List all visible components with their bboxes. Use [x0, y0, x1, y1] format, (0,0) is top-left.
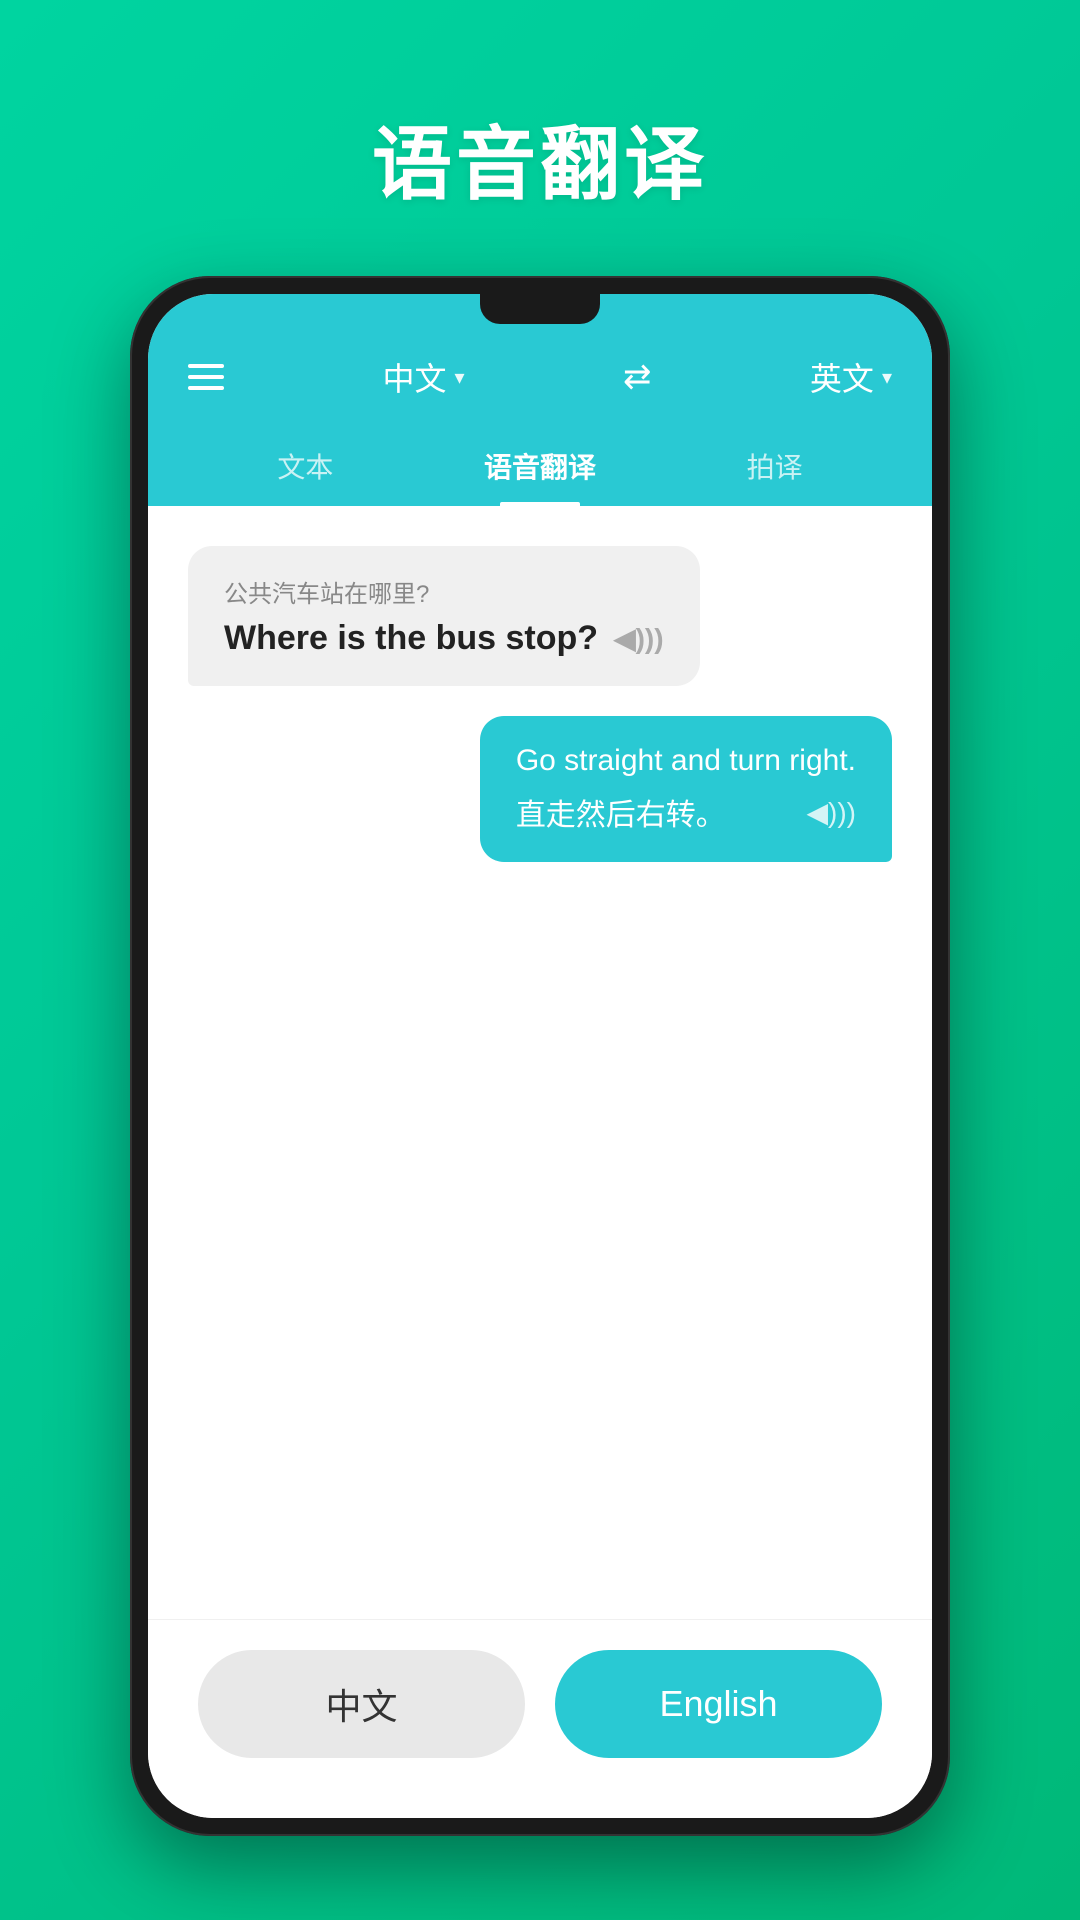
- bubble-left-sound-icon[interactable]: ◀))): [614, 622, 664, 655]
- swap-languages-button[interactable]: ⇄: [623, 357, 652, 397]
- page-title: 语音翻译: [372, 100, 708, 216]
- message-bubble-left: 公共汽车站在哪里? Where is the bus stop? ◀))): [188, 546, 700, 686]
- message-bubble-right: Go straight and turn right. 直走然后右转。 ◀))): [480, 716, 892, 862]
- target-lang-dropdown-icon: ▾: [882, 365, 892, 390]
- bubble-left-maintext: Where is the bus stop? ◀))): [224, 619, 664, 658]
- phone-frame: 中文 ▾ ⇄ 英文 ▾ 文本 语音翻译 拍译: [130, 276, 950, 1836]
- phone-screen: 中文 ▾ ⇄ 英文 ▾ 文本 语音翻译 拍译: [148, 294, 932, 1818]
- bubble-right-subtext: 直走然后右转。 ◀))): [516, 790, 856, 834]
- bubble-left-subtext: 公共汽车站在哪里?: [224, 574, 664, 609]
- chinese-lang-button[interactable]: 中文: [198, 1650, 525, 1758]
- chat-area: 公共汽车站在哪里? Where is the bus stop? ◀))) Go…: [148, 506, 932, 1619]
- english-lang-button[interactable]: English: [555, 1650, 882, 1758]
- tab-photo[interactable]: 拍译: [657, 430, 892, 506]
- target-lang-label: 英文: [810, 354, 874, 400]
- source-lang-label: 中文: [382, 354, 446, 400]
- bottom-bar: 中文 English: [148, 1619, 932, 1818]
- target-lang-selector[interactable]: 英文 ▾: [810, 354, 892, 400]
- source-lang-dropdown-icon: ▾: [454, 365, 464, 390]
- app-header: 中文 ▾ ⇄ 英文 ▾ 文本 语音翻译 拍译: [148, 294, 932, 506]
- phone-notch: [480, 294, 600, 324]
- bubble-right-maintext: Go straight and turn right.: [516, 744, 856, 778]
- source-lang-selector[interactable]: 中文 ▾: [382, 354, 464, 400]
- tab-voice[interactable]: 语音翻译: [423, 430, 658, 506]
- menu-icon[interactable]: [188, 364, 224, 390]
- tab-bar: 文本 语音翻译 拍译: [188, 430, 892, 506]
- header-top: 中文 ▾ ⇄ 英文 ▾: [188, 354, 892, 400]
- tab-text[interactable]: 文本: [188, 430, 423, 506]
- bubble-right-sound-icon[interactable]: ◀))): [806, 796, 856, 829]
